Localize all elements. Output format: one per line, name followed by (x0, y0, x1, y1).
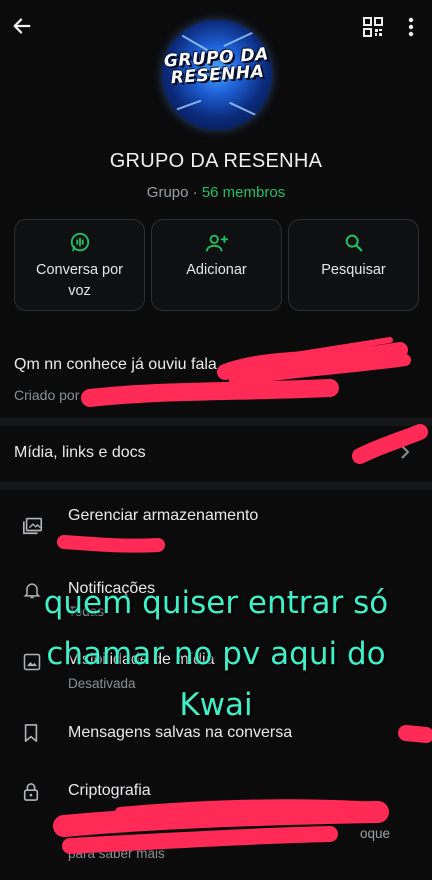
avatar-spark (228, 101, 258, 117)
section-divider (0, 482, 432, 490)
chevron-right-icon[interactable] (400, 444, 414, 464)
more-vertical-icon[interactable] (400, 14, 422, 40)
overlay-line-1: quem quiser entrar só (43, 585, 389, 621)
qr-code-icon[interactable] (360, 14, 386, 40)
media-links-docs-label[interactable]: Mídia, links e docs (14, 444, 146, 462)
search-label: Pesquisar (321, 262, 386, 278)
encryption-partial-text: oque (360, 826, 391, 841)
voice-chat-label: Conversa por voz (35, 262, 124, 299)
voice-chat-icon (15, 232, 144, 256)
lock-icon (22, 782, 44, 804)
group-subtitle: Grupo · 56 membros (0, 184, 432, 201)
add-member-button[interactable]: Adicionar (151, 219, 282, 311)
manage-storage-title[interactable]: Gerenciar armazenamento (68, 507, 258, 525)
voice-chat-button[interactable]: Conversa por voz (14, 219, 145, 311)
action-buttons: Conversa por voz Adicionar Pesquisar (14, 219, 419, 311)
encryption-title[interactable]: Criptografia (68, 782, 151, 800)
overlay-line-2: chamar no pv aqui do (46, 636, 386, 672)
search-icon (289, 232, 418, 256)
group-type: Grupo (146, 184, 189, 201)
members-count[interactable]: 56 membros (202, 184, 285, 201)
arrow-left-icon[interactable] (8, 12, 36, 40)
overlay-line-3: Kwai (179, 687, 253, 723)
redaction-scribbles (53, 337, 432, 854)
search-button[interactable]: Pesquisar (288, 219, 419, 311)
section-divider (0, 418, 432, 426)
group-description[interactable]: Qm nn conhece já ouviu fala (14, 356, 217, 374)
avatar-logo-text: GRUPO DA RESENHA (162, 44, 272, 89)
overlay-message: quem quiser entrar só chamar no pv aqui … (0, 578, 432, 731)
encryption-subtitle: para saber mais (68, 846, 165, 861)
avatar-logo-line2: RESENHA (170, 61, 265, 89)
created-by: Criado por (14, 387, 80, 403)
subtitle-separator: · (188, 184, 202, 201)
group-avatar[interactable]: GRUPO DA RESENHA (162, 20, 272, 130)
add-person-icon (152, 232, 281, 256)
avatar-spark (176, 99, 202, 111)
add-member-label: Adicionar (186, 262, 247, 278)
group-name: GRUPO DA RESENHA (109, 150, 323, 172)
storage-folder-icon (22, 514, 44, 536)
